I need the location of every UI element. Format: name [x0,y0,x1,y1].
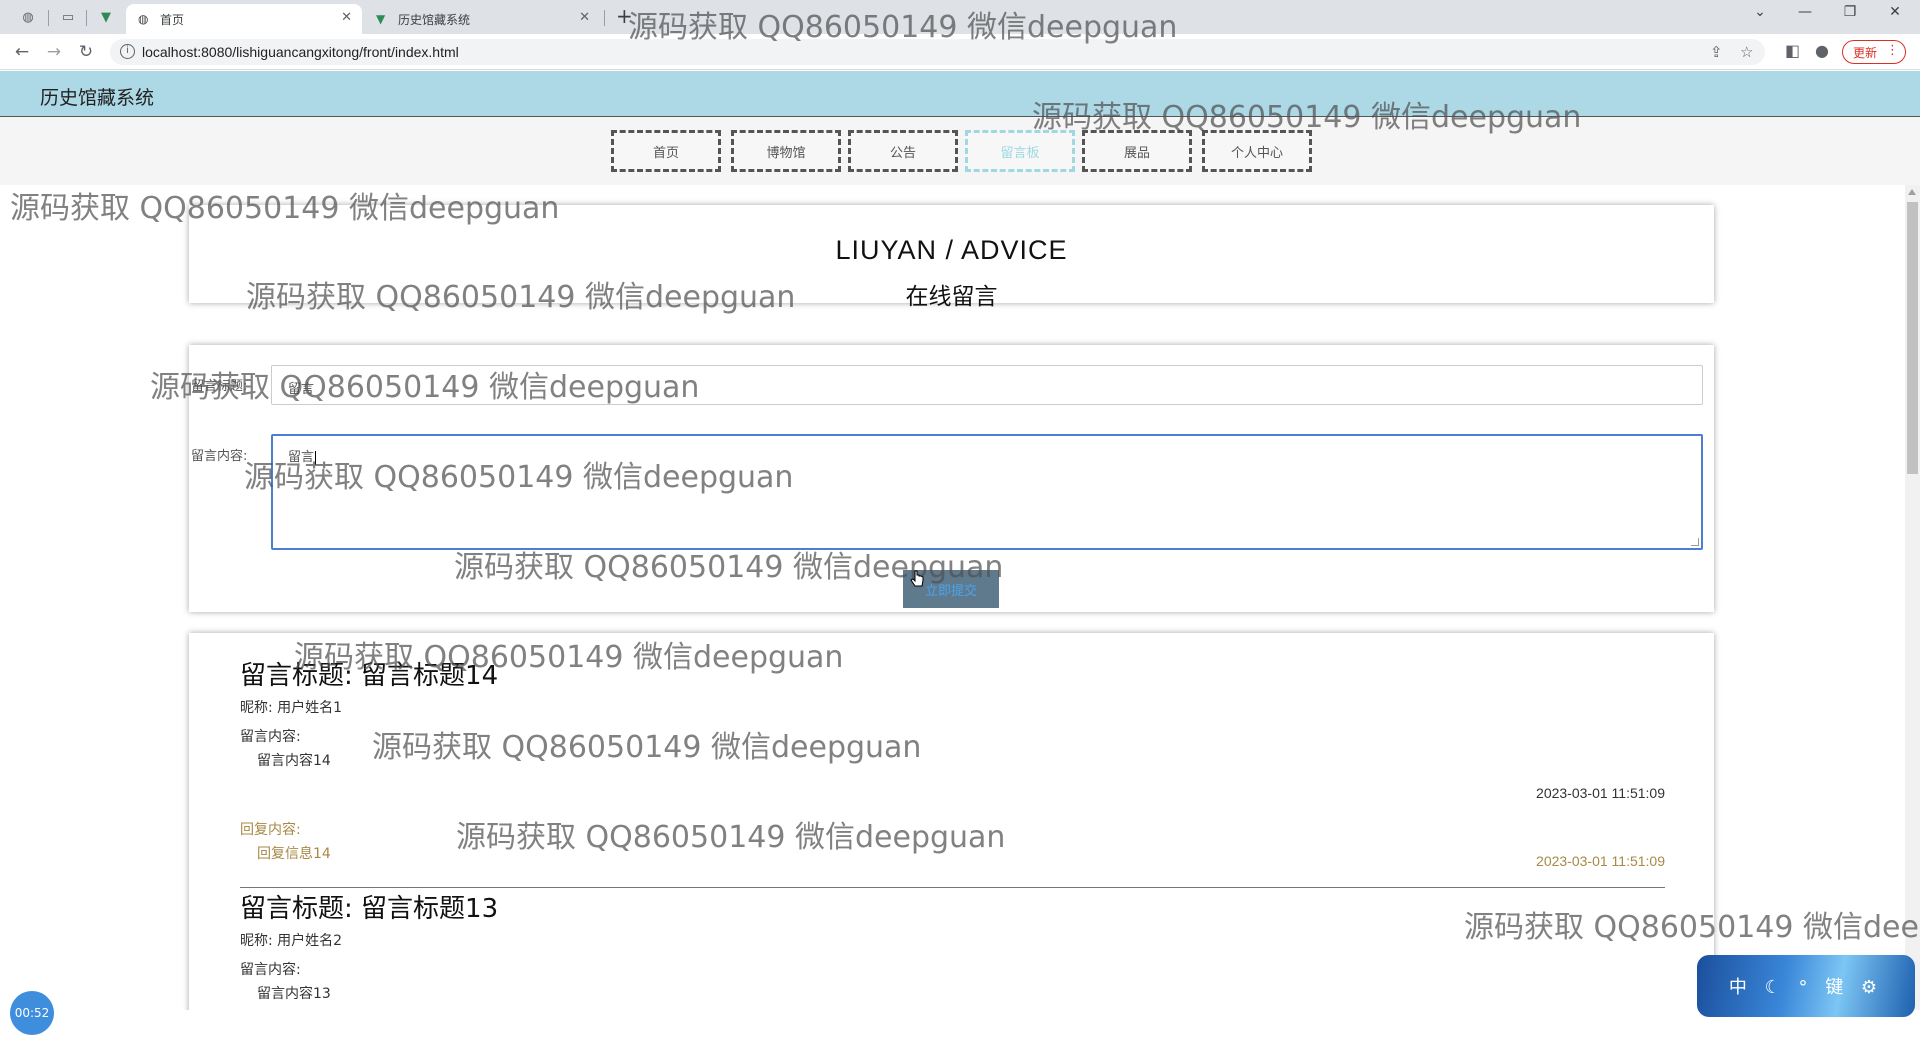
tab-home[interactable]: ◍ 首页 ✕ [126,4,362,34]
browser-tab-bar: ◍ ▭ ▼ ◍ 首页 ✕ ▼ 历史馆藏系统 ✕ + ⌄ — ❐ ✕ [0,0,1920,34]
tab-title: 历史馆藏系统 [398,12,471,27]
restore-icon[interactable]: ❐ [1830,4,1870,20]
message-item: 留言标题: 留言标题14 昵称: 用户姓名1 留言内容: 留言内容14 2023… [240,655,1665,895]
tab-separator [48,10,49,26]
message-title: 留言标题: 留言标题14 [240,661,499,691]
globe-icon: ◍ [138,12,149,26]
message-item: 留言标题: 留言标题13 昵称: 用户姓名2 留言内容: 留言内容13 [240,888,1665,1010]
scroll-up-arrow-icon[interactable] [1908,189,1916,195]
message-content-label: 留言内容: [240,729,301,745]
side-panel-icon[interactable]: ◧ [1785,41,1800,60]
main-nav: 首页 博物馆 公告 留言板 展品 个人中心 [0,117,1920,185]
nav-message-board[interactable]: 留言板 [965,130,1075,172]
vue-icon: ▼ [376,12,386,26]
message-content-value: 留言 [288,450,317,465]
browser-toolbar: ← → ↻ i localhost:8080/lishiguancangxito… [0,34,1920,70]
reload-icon[interactable]: ↻ [74,41,98,63]
info-icon[interactable]: i [120,44,135,59]
nav-exhibits[interactable]: 展品 [1082,130,1192,172]
close-icon[interactable]: ✕ [579,10,590,25]
tab-separator [604,10,605,26]
update-button[interactable]: 更新 ⋮ [1842,40,1906,64]
message-content-label: 留言内容: [240,962,301,978]
resize-handle[interactable] [1691,538,1699,546]
update-label: 更新 [1853,45,1878,60]
minimize-icon[interactable]: — [1785,4,1825,20]
site-title: 历史馆藏系统 [40,88,155,109]
message-title-input[interactable]: 留言 [271,365,1703,405]
url-text[interactable]: localhost:8080/lishiguancangxitong/front… [142,44,459,60]
back-icon[interactable]: ← [10,41,34,63]
profile-icon[interactable]: ● [1815,41,1829,60]
message-list-card: 留言标题: 留言标题14 昵称: 用户姓名1 留言内容: 留言内容14 2023… [189,633,1714,1010]
page-scrollbar[interactable] [1905,185,1920,1010]
section-title-en: LIUYAN / ADVICE [835,235,1068,265]
more-menu-icon[interactable]: ⋮ [1886,43,1899,58]
scroll-thumb[interactable] [1907,202,1918,474]
reply-label: 回复内容: [240,822,301,838]
bookmark-star-icon[interactable]: ☆ [1740,43,1753,61]
section-title-cn: 在线留言 [905,284,998,310]
main-content: LIUYAN / ADVICE 在线留言 留言标题: 留言 留言内容: 留言 立… [0,185,1905,1010]
message-content-textarea[interactable]: 留言 [271,434,1703,550]
close-window-icon[interactable]: ✕ [1875,4,1915,20]
content-label: 留言内容: [191,449,248,464]
ime-toolbar[interactable]: 中 ☾ ° 键 ⚙ [1697,955,1915,1017]
message-content: 留言内容14 [257,753,331,769]
message-nickname: 昵称: 用户姓名1 [240,700,343,716]
address-bar[interactable]: i localhost:8080/lishiguancangxitong/fro… [110,39,1765,65]
tab-separator [86,10,87,26]
nav-home[interactable]: 首页 [611,130,721,172]
hand-cursor-icon [910,570,924,587]
message-form-card: 留言标题: 留言 留言内容: 留言 立即提交 [189,345,1714,612]
message-content: 留言内容13 [257,986,331,1002]
message-title: 留言标题: 留言标题13 [240,894,499,924]
new-tab-icon[interactable]: + [616,4,633,28]
section-header-card: LIUYAN / ADVICE 在线留言 [189,205,1714,310]
message-nickname: 昵称: 用户姓名2 [240,933,343,949]
reply-content: 回复信息14 [257,846,331,862]
nav-user-center[interactable]: 个人中心 [1202,130,1312,172]
site-header: 历史馆藏系统 [0,71,1920,117]
reply-time: 2023-03-01 11:51:09 [1536,853,1665,869]
blank-page-icon[interactable]: ▭ [54,6,82,28]
title-label: 留言标题: [191,379,248,394]
recording-timer[interactable]: 00:52 [10,991,54,1035]
globe-icon[interactable]: ◍ [14,6,42,28]
close-icon[interactable]: ✕ [341,10,352,25]
nav-notice[interactable]: 公告 [848,130,958,172]
vue-icon[interactable]: ▼ [92,6,120,28]
share-icon[interactable]: ⇪ [1710,43,1723,61]
message-title-value: 留言 [288,382,315,397]
forward-icon[interactable]: → [42,41,66,63]
tab-title: 首页 [160,12,185,27]
nav-museum[interactable]: 博物馆 [731,130,841,172]
message-time: 2023-03-01 11:51:09 [1536,785,1665,801]
tab-history-system[interactable]: ▼ 历史馆藏系统 ✕ [364,4,600,34]
tab-search-icon[interactable]: ⌄ [1740,4,1780,20]
